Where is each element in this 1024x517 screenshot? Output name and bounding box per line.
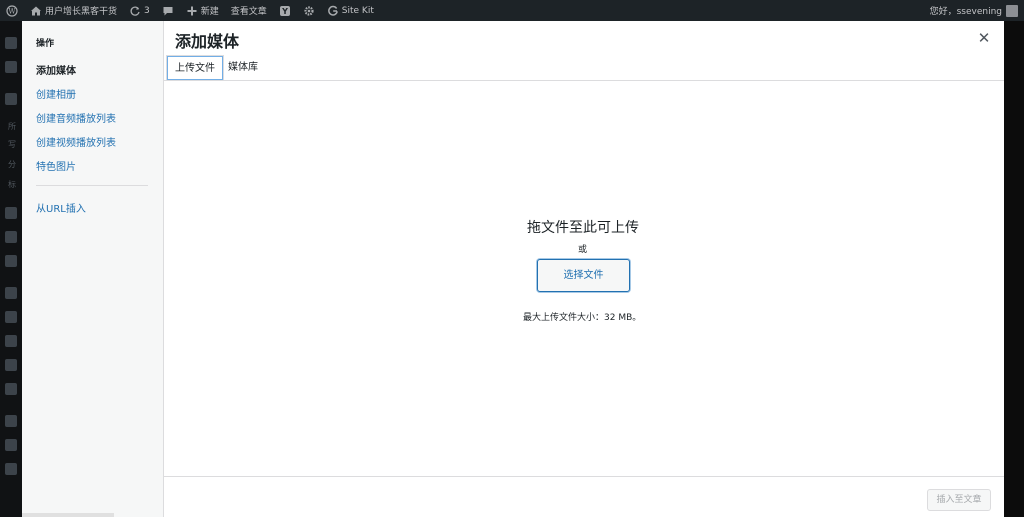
- collapse-icon: [5, 463, 17, 475]
- account-menu[interactable]: 您好，ssevening: [930, 4, 1024, 17]
- yoast-menu-icon: [5, 415, 17, 427]
- new-label: 新建: [200, 7, 219, 17]
- wordpress-logo[interactable]: W: [0, 4, 24, 17]
- tab-upload-files[interactable]: 上传文件: [166, 55, 224, 81]
- close-button[interactable]: ✕: [976, 30, 992, 46]
- dashboard-icon: [5, 37, 17, 49]
- site-name: 用户增长黑客干货: [45, 7, 118, 17]
- page-background-right: [1004, 21, 1024, 517]
- sidebar-fragment: 分: [8, 160, 16, 169]
- view-post-label: 查看文章: [230, 7, 267, 17]
- greeting: 您好，ssevening: [929, 7, 1002, 17]
- pin-icon: [5, 93, 17, 105]
- menu-item-add-media[interactable]: 添加媒体: [36, 62, 76, 77]
- google-sitekit-icon: [5, 61, 17, 73]
- yoast-icon: Y: [279, 5, 290, 16]
- menu-item-create-gallery[interactable]: 创建相册: [36, 86, 76, 101]
- toolbar-divider: [164, 476, 1004, 477]
- media-menu: 操作 添加媒体 创建相册 创建音频播放列表 创建视频播放列表 特色图片 从URL…: [22, 21, 164, 517]
- users-icon: [5, 335, 17, 347]
- plus-icon: [187, 6, 197, 15]
- sidebar-fragment: 所: [8, 122, 16, 131]
- gear-icon: [304, 5, 314, 16]
- yoast-link[interactable]: Y: [273, 5, 297, 17]
- updates-link[interactable]: 3: [123, 5, 156, 17]
- insert-into-post-button[interactable]: 插入至文章: [927, 489, 991, 511]
- tools-icon: [5, 359, 17, 371]
- avatar: [1006, 4, 1018, 17]
- appearance-icon: [5, 287, 17, 299]
- sitekit-link[interactable]: Site Kit: [321, 5, 380, 17]
- google-icon: [327, 5, 338, 16]
- refresh-icon: [130, 6, 140, 16]
- updates-count: 3: [144, 5, 150, 16]
- sitekit-label: Site Kit: [341, 5, 374, 16]
- new-content-link[interactable]: 新建: [180, 4, 225, 17]
- site-name-link[interactable]: 用户增长黑客干货: [24, 4, 123, 17]
- comments-link[interactable]: [156, 5, 180, 17]
- svg-text:Y: Y: [281, 7, 288, 16]
- settings-icon: [5, 383, 17, 395]
- max-upload-size: 最大上传文件大小：32 MB。: [523, 313, 642, 323]
- admin-sidebar-background: 所 写 分 标: [0, 21, 22, 517]
- tab-media-library[interactable]: 媒体库: [220, 55, 266, 81]
- comment-icon: [163, 6, 173, 15]
- media-icon: [5, 207, 17, 219]
- admin-bar: W 用户增长黑客干货 3 新建 查看文章 Y Site Kit 您好，sseve…: [0, 0, 1024, 21]
- pages-icon: [5, 231, 17, 243]
- menu-item-featured-image[interactable]: 特色图片: [36, 158, 76, 173]
- svg-text:W: W: [8, 7, 16, 15]
- media-modal: 操作 添加媒体 创建相册 创建音频播放列表 创建视频播放列表 特色图片 从URL…: [22, 21, 1004, 517]
- info-icon: [5, 439, 17, 451]
- plugins-icon: [5, 311, 17, 323]
- drop-zone-title: 拖文件至此可上传: [527, 220, 639, 236]
- sidebar-fragment: 写: [8, 140, 16, 149]
- modal-title: 添加媒体: [175, 32, 240, 51]
- sidebar-fragment: 标: [8, 180, 16, 189]
- home-icon: [31, 6, 41, 15]
- select-files-button[interactable]: 选择文件: [537, 259, 630, 292]
- settings-link[interactable]: [297, 5, 321, 17]
- menu-item-create-audio-playlist[interactable]: 创建音频播放列表: [36, 110, 116, 125]
- close-icon: ✕: [977, 29, 991, 47]
- bottom-strip: [22, 513, 114, 517]
- tab-divider: [164, 80, 1004, 81]
- menu-heading: 操作: [36, 39, 55, 49]
- drop-zone-or: 或: [578, 245, 588, 255]
- wordpress-icon: W: [6, 4, 18, 17]
- menu-item-insert-from-url[interactable]: 从URL插入: [36, 200, 86, 215]
- menu-item-create-video-playlist[interactable]: 创建视频播放列表: [36, 134, 116, 149]
- menu-separator: [36, 185, 148, 186]
- comments-icon: [5, 255, 17, 267]
- view-post-link[interactable]: 查看文章: [225, 4, 273, 17]
